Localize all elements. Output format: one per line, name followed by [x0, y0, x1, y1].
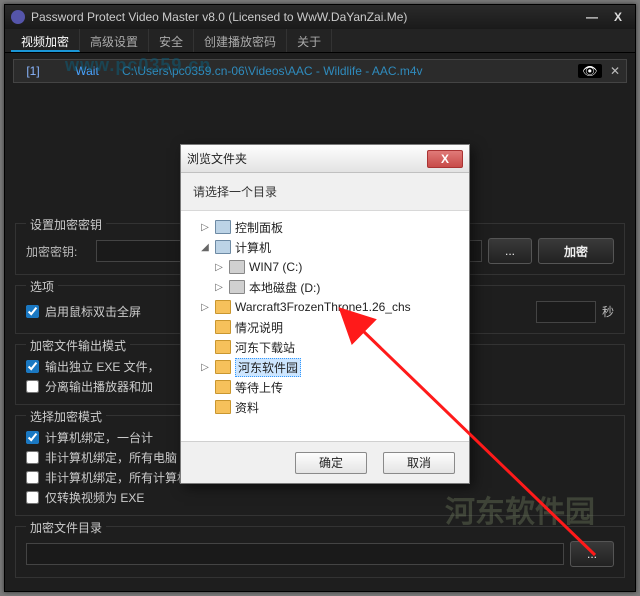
- tree-node[interactable]: ▷ 本地磁盘 (D:): [185, 277, 465, 297]
- tree-label: 计算机: [235, 239, 271, 256]
- file-row[interactable]: [1] Wait C:\Users\pc0359.cn-06\Videos\AA…: [13, 59, 627, 83]
- file-index: [1]: [14, 64, 52, 78]
- expand-icon[interactable]: ▷: [213, 262, 225, 273]
- preview-icon[interactable]: 👁: [578, 64, 602, 78]
- legend-key: 设置加密密钥: [26, 216, 106, 233]
- chk-mode-bind[interactable]: [26, 431, 39, 444]
- tree-label: 资料: [235, 399, 259, 416]
- file-path: C:\Users\pc0359.cn-06\Videos\AAC - Wildl…: [122, 64, 576, 78]
- folder-icon: [215, 320, 231, 334]
- tree-node[interactable]: ▷ WIN7 (C:): [185, 257, 465, 277]
- folder-icon: [215, 360, 231, 374]
- expand-icon[interactable]: ▷: [199, 222, 211, 233]
- tree-label: Warcraft3FrozenThrone1.26_chs: [235, 300, 411, 314]
- minimize-button[interactable]: —: [581, 9, 603, 25]
- file-status: Wait: [52, 64, 122, 78]
- tab-bar: 视频加密高级设置安全创建播放密码关于: [5, 29, 635, 53]
- tree-node[interactable]: 等待上传: [185, 377, 465, 397]
- expand-icon[interactable]: ▷: [199, 302, 211, 313]
- dialog-cancel-button[interactable]: 取消: [383, 452, 455, 474]
- drive-icon: [229, 280, 245, 294]
- drive-icon: [229, 260, 245, 274]
- computer-icon: [215, 220, 231, 234]
- tab-3[interactable]: 创建播放密码: [194, 29, 287, 52]
- tree-node[interactable]: 河东下载站: [185, 337, 465, 357]
- dialog-ok-button[interactable]: 确定: [295, 452, 367, 474]
- dialog-prompt: 请选择一个目录: [181, 173, 469, 211]
- tree-node[interactable]: ◢ 计算机: [185, 237, 465, 257]
- chk-output-exe[interactable]: [26, 360, 39, 373]
- group-outdir: 加密文件目录 ...: [15, 526, 625, 578]
- tree-label: WIN7 (C:): [249, 260, 302, 274]
- expand-icon[interactable]: ▷: [213, 282, 225, 293]
- tree-node[interactable]: 资料: [185, 397, 465, 417]
- encrypt-button[interactable]: 加密: [538, 238, 614, 264]
- computer-icon: [215, 240, 231, 254]
- seconds-unit: 秒: [602, 303, 614, 320]
- tree-label: 本地磁盘 (D:): [249, 279, 320, 296]
- outdir-input[interactable]: [26, 543, 564, 565]
- tree-label: 河东软件园: [235, 358, 301, 377]
- chk-fullscreen[interactable]: [26, 305, 39, 318]
- tree-label: 情况说明: [235, 319, 283, 336]
- label-key: 加密密钥:: [26, 243, 90, 260]
- seconds-input[interactable]: [536, 301, 596, 323]
- tree-node[interactable]: ▷ 河东软件园: [185, 357, 465, 377]
- chk-mode-exeonly[interactable]: [26, 491, 39, 504]
- tree-label: 河东下载站: [235, 339, 295, 356]
- legend-options: 选项: [26, 278, 58, 295]
- dialog-close-button[interactable]: X: [427, 150, 463, 168]
- remove-file-button[interactable]: ✕: [604, 64, 626, 78]
- tree-node[interactable]: ▷ 控制面板: [185, 217, 465, 237]
- legend-output: 加密文件输出模式: [26, 337, 130, 354]
- tree-label: 控制面板: [235, 219, 283, 236]
- legend-mode: 选择加密模式: [26, 408, 106, 425]
- chk-output-split[interactable]: [26, 380, 39, 393]
- tree-node[interactable]: 情况说明: [185, 317, 465, 337]
- tab-1[interactable]: 高级设置: [80, 29, 149, 52]
- browse-outdir-button[interactable]: ...: [570, 541, 614, 567]
- folder-icon: [215, 300, 231, 314]
- app-icon: [11, 10, 25, 24]
- expand-icon[interactable]: ▷: [199, 362, 211, 373]
- legend-outdir: 加密文件目录: [26, 519, 106, 536]
- tree-node[interactable]: ▷ Warcraft3FrozenThrone1.26_chs: [185, 297, 465, 317]
- folder-icon: [215, 340, 231, 354]
- tab-4[interactable]: 关于: [287, 29, 332, 52]
- folder-icon: [215, 380, 231, 394]
- dialog-title: 浏览文件夹: [187, 150, 247, 167]
- browse-folder-dialog: 浏览文件夹 X 请选择一个目录 ▷ 控制面板 ◢ 计算机 ▷ WIN7 (C:) ▷ 本地磁盘…: [180, 144, 470, 484]
- tab-2[interactable]: 安全: [149, 29, 194, 52]
- tree-label: 等待上传: [235, 379, 283, 396]
- folder-icon: [215, 400, 231, 414]
- tab-0[interactable]: 视频加密: [11, 29, 80, 52]
- close-button[interactable]: X: [607, 9, 629, 25]
- chk-mode-nobind1[interactable]: [26, 451, 39, 464]
- folder-tree[interactable]: ▷ 控制面板 ◢ 计算机 ▷ WIN7 (C:) ▷ 本地磁盘 (D:) ▷ Warcraft3F…: [181, 211, 469, 441]
- window-title: Password Protect Video Master v8.0 (Lice…: [31, 10, 407, 24]
- chk-mode-nobind2[interactable]: [26, 471, 39, 484]
- browse-key-button[interactable]: ...: [488, 238, 532, 264]
- expand-icon[interactable]: ◢: [199, 242, 211, 253]
